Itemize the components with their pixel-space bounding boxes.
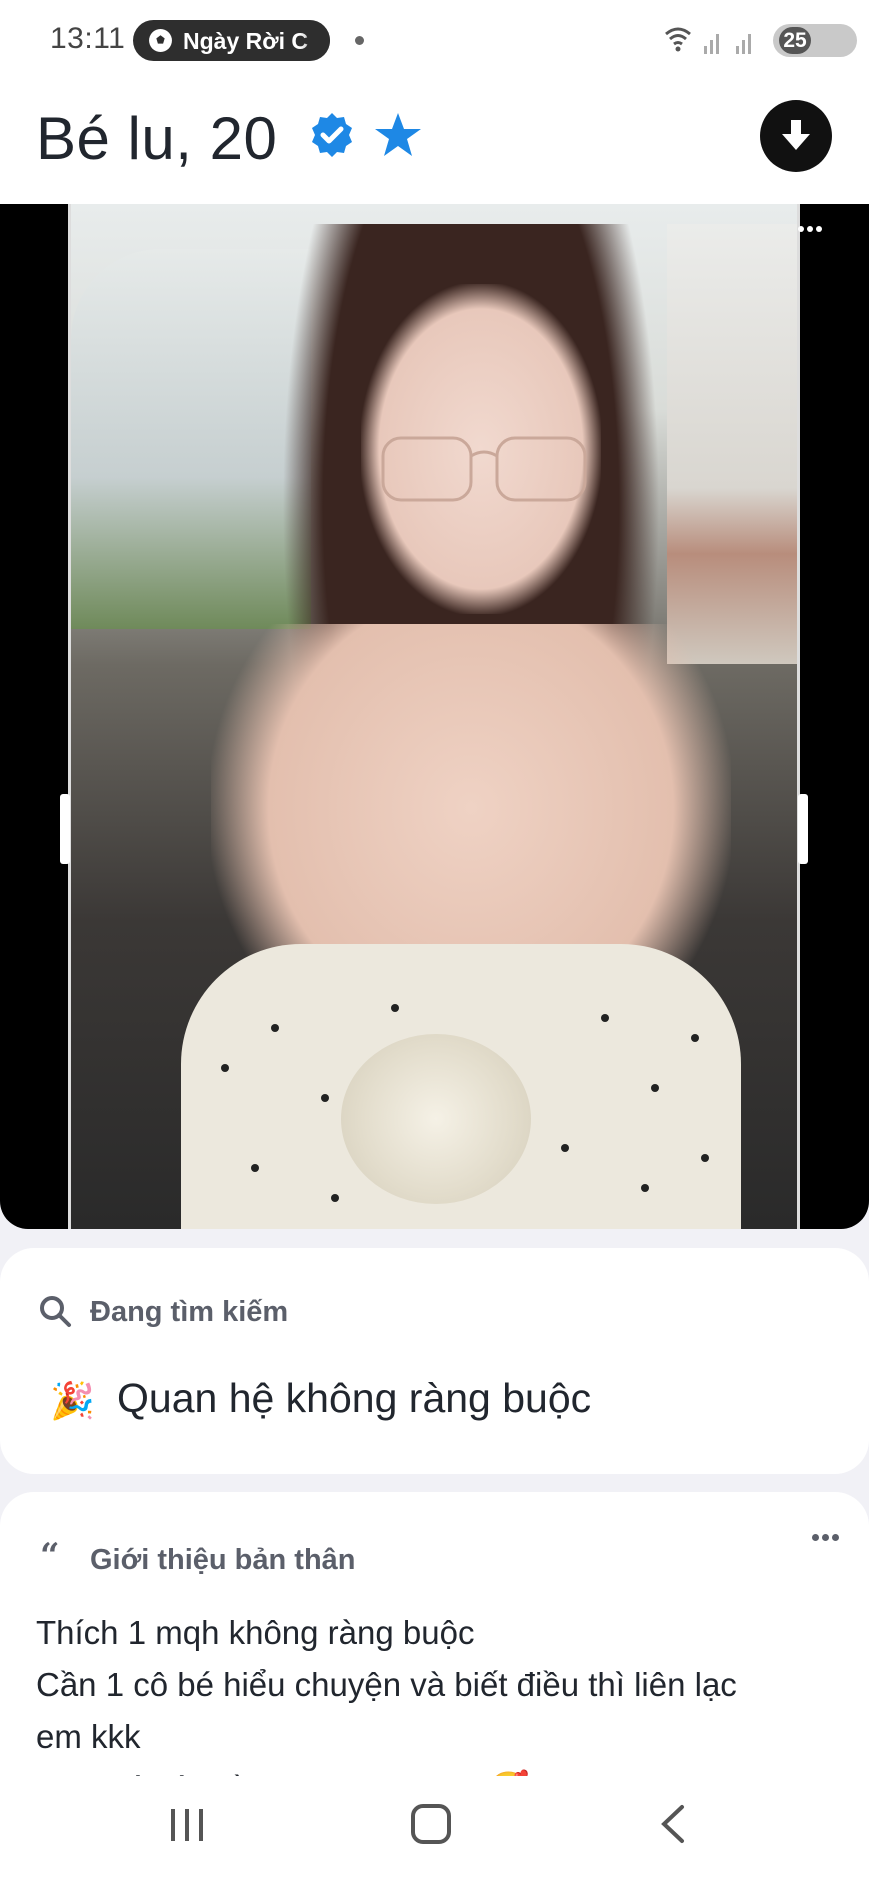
looking-for-title: Đang tìm kiếm	[90, 1296, 289, 1328]
system-nav-bar	[0, 1776, 869, 1884]
status-bar: 13:11 Ngày Rời C 25	[0, 0, 869, 80]
photo-next-handle[interactable]	[798, 794, 808, 864]
signal-icons	[665, 27, 751, 54]
more-dots-icon[interactable]	[798, 226, 828, 236]
battery-level: 25	[779, 27, 811, 54]
home-icon[interactable]	[411, 1804, 451, 1844]
photo-image	[68, 204, 800, 1229]
about-line: em kkk	[36, 1718, 141, 1755]
notification-text: Ngày Rời C	[183, 28, 308, 54]
party-popper-icon: 🎉	[50, 1380, 95, 1421]
about-text: Thích 1 mqh không ràng buộc Cần 1 cô bé …	[36, 1607, 836, 1792]
notification-dot	[355, 36, 364, 45]
football-icon	[149, 29, 172, 52]
quote-icon: “	[40, 1536, 60, 1576]
about-line: Cần 1 cô bé hiểu chuyện và biết điều thì…	[36, 1666, 737, 1703]
profile-header: Bé lu, 20	[0, 80, 869, 204]
profile-name-age: Bé lu, 20	[36, 105, 278, 172]
status-time: 13:11	[50, 22, 126, 55]
arrow-down-icon	[782, 120, 810, 150]
back-icon[interactable]	[658, 1804, 688, 1844]
about-line: Thích 1 mqh không ràng buộc	[36, 1614, 475, 1651]
recent-apps-icon[interactable]	[168, 1806, 206, 1844]
notification-pill[interactable]: Ngày Rời C	[133, 20, 330, 61]
battery-indicator: 25	[773, 24, 857, 57]
looking-for-card: Đang tìm kiếm 🎉 Quan hệ không ràng buộc	[0, 1248, 869, 1474]
download-button[interactable]	[760, 100, 832, 172]
about-title: Giới thiệu bản thân	[90, 1544, 356, 1576]
search-icon	[40, 1296, 71, 1327]
photo-prev-handle[interactable]	[60, 794, 70, 864]
about-more-icon[interactable]	[812, 1534, 846, 1544]
looking-for-value: Quan hệ không ràng buộc	[117, 1375, 592, 1421]
verified-badge-icon[interactable]	[306, 110, 358, 162]
about-card: “ Giới thiệu bản thân Thích 1 mqh không …	[0, 1492, 869, 1792]
profile-photo[interactable]	[0, 204, 869, 1229]
star-icon[interactable]	[372, 110, 424, 162]
